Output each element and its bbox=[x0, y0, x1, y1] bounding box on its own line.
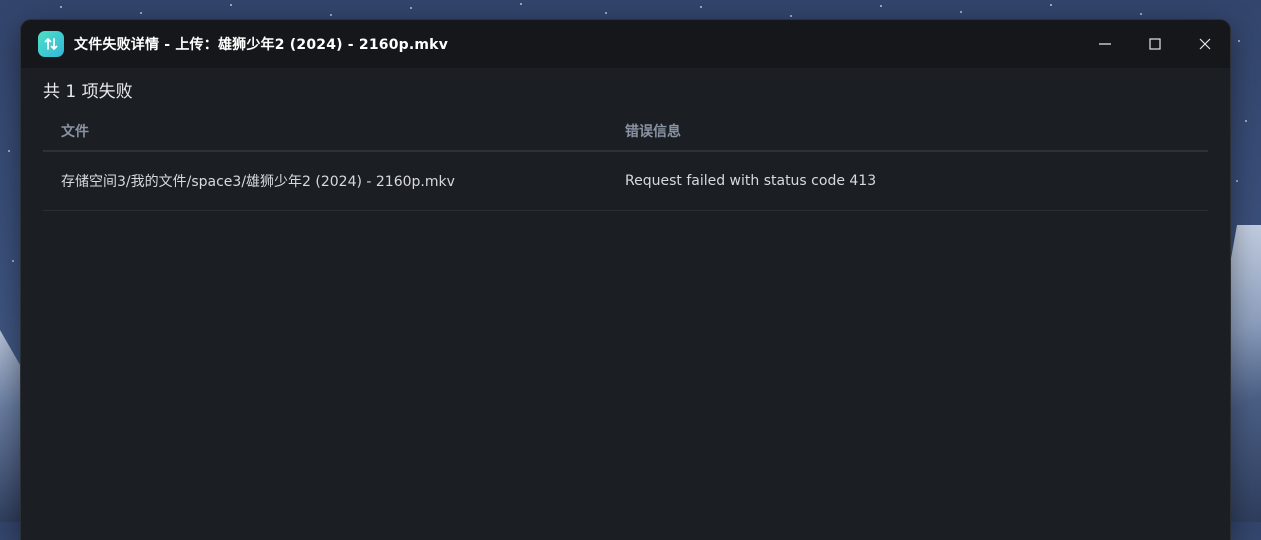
table-row[interactable]: 存储空间3/我的文件/space3/雄狮少年2 (2024) - 2160p.m… bbox=[43, 152, 1208, 211]
window-title: 文件失败详情 - 上传：雄狮少年2 (2024) - 2160p.mkv bbox=[74, 37, 449, 53]
row-error-message: Request failed with status code 413 bbox=[625, 173, 877, 189]
table-header: 文件 错误信息 bbox=[43, 112, 1208, 152]
column-header-file: 文件 bbox=[61, 124, 89, 140]
failure-table: 文件 错误信息 存储空间3/我的文件/space3/雄狮少年2 (2024) -… bbox=[43, 112, 1208, 211]
column-header-error: 错误信息 bbox=[625, 124, 681, 140]
window-controls bbox=[1080, 20, 1230, 68]
maximize-button[interactable] bbox=[1130, 20, 1180, 68]
close-button[interactable] bbox=[1180, 20, 1230, 68]
minimize-button[interactable] bbox=[1080, 20, 1130, 68]
maximize-icon bbox=[1149, 38, 1161, 50]
close-icon bbox=[1199, 38, 1211, 50]
failure-count-summary: 共 1 项失败 bbox=[43, 82, 133, 102]
title-bar[interactable]: 文件失败详情 - 上传：雄狮少年2 (2024) - 2160p.mkv bbox=[21, 20, 1230, 68]
upload-download-arrows-icon bbox=[38, 31, 64, 57]
row-file-path: 存储空间3/我的文件/space3/雄狮少年2 (2024) - 2160p.m… bbox=[61, 174, 455, 190]
desktop-mountain-left bbox=[0, 330, 22, 522]
window-content: 共 1 项失败 文件 错误信息 存储空间3/我的文件/space3/雄狮少年2 … bbox=[21, 80, 1230, 211]
minimize-icon bbox=[1099, 43, 1111, 45]
failure-details-window: 文件失败详情 - 上传：雄狮少年2 (2024) - 2160p.mkv 共 1… bbox=[21, 20, 1230, 540]
